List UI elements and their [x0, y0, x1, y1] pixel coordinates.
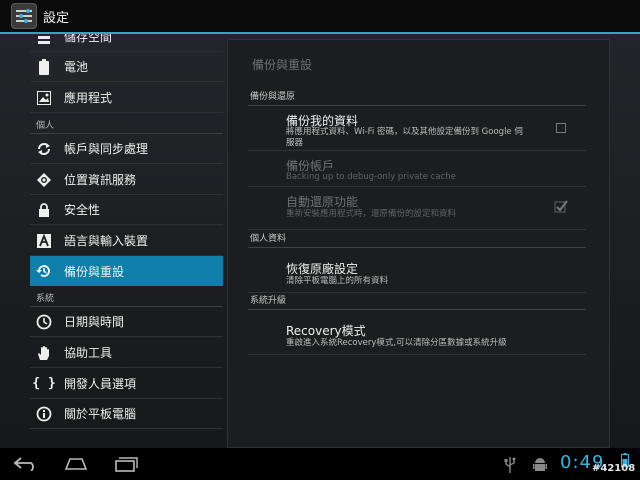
- sidebar-item-label: 關於平板電腦: [64, 407, 137, 421]
- recent-apps-button[interactable]: [106, 454, 146, 474]
- system-navigation-bar: 0:49 #42108: [0, 448, 640, 480]
- usb-icon: [504, 457, 516, 477]
- location-icon: [36, 172, 52, 188]
- pref-recovery-mode[interactable]: Recovery模式 重啟進入系統Recovery模式,可以清除分區數據或系統升…: [248, 310, 586, 355]
- backup-reset-panel: 備份與重設 備份與還原 備份我的資料 將應用程式資料、Wi-Fi 密碼，以及其他…: [227, 39, 610, 448]
- sidebar-item-accessibility[interactable]: 協助工具: [30, 338, 223, 368]
- backup-icon: [36, 263, 52, 279]
- section-header-backup: 備份與還原: [248, 89, 586, 106]
- sidebar-header-system: 系統: [30, 287, 223, 307]
- pref-title: 恢復原廠設定: [286, 262, 359, 276]
- sidebar-item-label: 帳戶與同步處理: [64, 142, 149, 156]
- sidebar-item-label: 儲存空間: [64, 34, 113, 44]
- sidebar-item-about-tablet[interactable]: 關於平板電腦: [30, 399, 223, 429]
- sync-icon: [36, 141, 52, 157]
- apps-icon: [36, 90, 52, 106]
- pref-factory-reset[interactable]: 恢復原廠設定 清除平板電腦上的所有資料: [248, 248, 586, 293]
- info-icon: [36, 406, 52, 422]
- auto-restore-checkbox: [554, 198, 568, 217]
- action-bar: 設定: [0, 0, 640, 34]
- pref-summary: 將應用程式資料、Wi-Fi 密碼，以及其他設定備份到 Google 伺服器: [286, 127, 523, 148]
- sidebar-item-location[interactable]: 位置資訊服務: [30, 165, 223, 195]
- clock-icon: [36, 314, 52, 330]
- sidebar-item-language-input[interactable]: 語言與輸入裝置: [30, 226, 223, 256]
- sidebar-item-storage[interactable]: 儲存空間: [30, 34, 223, 52]
- sidebar-item-backup-reset[interactable]: 備份與重設: [30, 256, 223, 286]
- settings-content: 儲存空間 電池 應用程式 個人 帳戶與同步處理 位置資訊服務 安全性 語言與輸入…: [0, 34, 640, 448]
- app-title: 設定: [43, 10, 70, 26]
- pref-title: 自動還原功能: [286, 195, 359, 209]
- pref-backup-account: 備份帳戶 Backing up to debug-only private ca…: [248, 151, 586, 187]
- backup-data-checkbox[interactable]: [556, 123, 566, 133]
- sidebar-item-label: 語言與輸入裝置: [64, 234, 149, 248]
- language-icon: [36, 233, 52, 249]
- sidebar-item-accounts-sync[interactable]: 帳戶與同步處理: [30, 134, 223, 164]
- hand-icon: [36, 345, 52, 361]
- sidebar-item-label: 位置資訊服務: [64, 173, 137, 187]
- pref-auto-restore: 自動還原功能 重新安裝應用程式時，還原備份的設定和資料: [248, 187, 586, 230]
- home-icon: [64, 458, 88, 470]
- pref-summary: 重新安裝應用程式時，還原備份的設定和資料: [286, 209, 457, 219]
- sidebar-item-battery[interactable]: 電池: [30, 52, 223, 82]
- sidebar-item-label: 開發人員選項: [64, 377, 137, 391]
- back-icon: [13, 457, 34, 471]
- sidebar-item-label: 協助工具: [64, 346, 113, 360]
- settings-sidebar: 儲存空間 電池 應用程式 個人 帳戶與同步處理 位置資訊服務 安全性 語言與輸入…: [30, 34, 223, 448]
- lock-icon: [36, 202, 52, 218]
- pref-backup-data[interactable]: 備份我的資料 將應用程式資料、Wi-Fi 密碼，以及其他設定備份到 Google…: [248, 106, 586, 151]
- page-title: 備份與重設: [252, 58, 313, 72]
- recent-apps-icon: [115, 457, 138, 472]
- battery-icon: [36, 58, 52, 75]
- pref-summary: Backing up to debug-only private cache: [286, 172, 456, 182]
- braces-icon: { }: [32, 376, 56, 391]
- sidebar-item-label: 備份與重設: [64, 264, 125, 279]
- image-watermark: #42108: [592, 463, 636, 474]
- android-debug-icon: [533, 457, 547, 477]
- section-header-personal-data: 個人資料: [248, 231, 586, 248]
- sidebar-item-date-time[interactable]: 日期與時間: [30, 307, 223, 337]
- sidebar-item-security[interactable]: 安全性: [30, 195, 223, 225]
- sidebar-item-label: 應用程式: [64, 91, 113, 105]
- pref-title: Recovery模式: [286, 324, 366, 338]
- sidebar-item-label: 日期與時間: [64, 315, 125, 329]
- sidebar-header-personal: 個人: [30, 114, 223, 134]
- sidebar-item-label: 電池: [64, 60, 89, 74]
- back-button[interactable]: [6, 454, 46, 474]
- storage-icon: [36, 34, 52, 45]
- sidebar-item-label: 安全性: [64, 203, 101, 217]
- sidebar-item-apps[interactable]: 應用程式: [30, 83, 223, 113]
- section-header-system-upgrade: 系統升級: [248, 293, 586, 310]
- settings-app-icon[interactable]: [11, 3, 37, 29]
- sidebar-item-developer-options[interactable]: { } 開發人員選項: [30, 369, 223, 399]
- home-button[interactable]: [56, 454, 96, 474]
- pref-summary: 重啟進入系統Recovery模式,可以清除分區數據或系統升級: [286, 338, 507, 348]
- checkmark-icon: [554, 200, 568, 213]
- pref-summary: 清除平板電腦上的所有資料: [286, 276, 389, 286]
